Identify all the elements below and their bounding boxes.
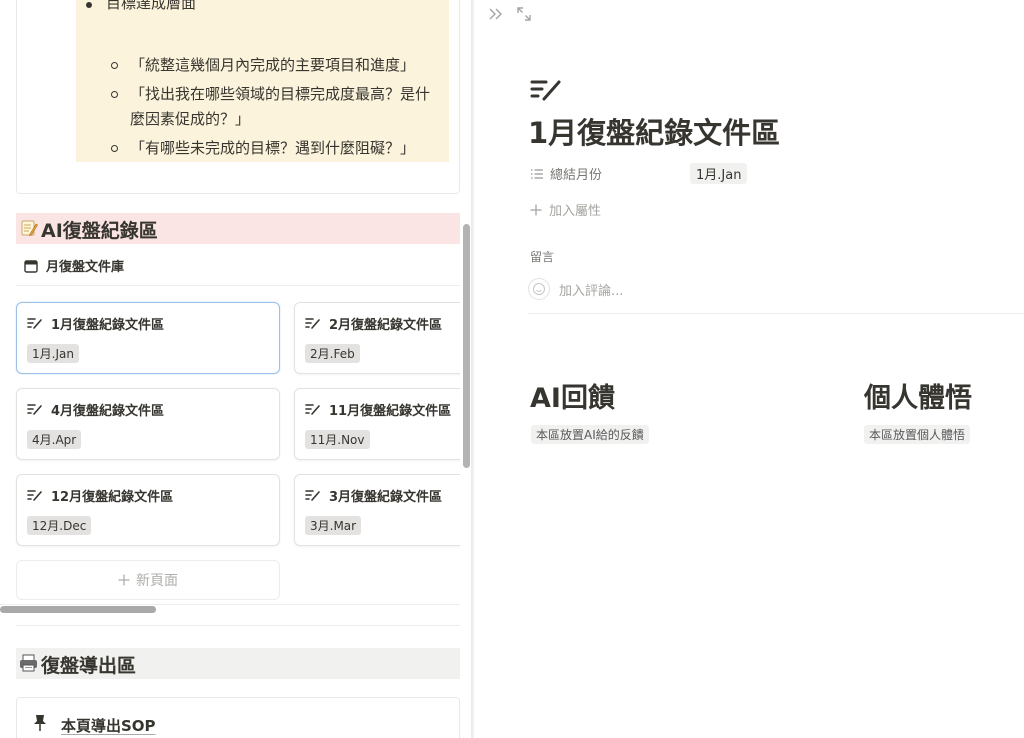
- card-title: 11月復盤紀錄文件區: [329, 404, 452, 419]
- property-label[interactable]: 總結月份: [530, 164, 602, 183]
- gallery-card-mar[interactable]: 3月復盤紀錄文件區 3月.Mar: [294, 474, 460, 546]
- export-heading-text: 復盤導出區: [41, 655, 137, 677]
- callout-block: 目標達成層面 「統整這幾個月內完成的主要項目和進度」 「找出我在哪些領域的目標完…: [76, 0, 449, 162]
- edit-list-icon: [305, 404, 320, 415]
- sub-bullet-item[interactable]: 「有哪些未完成的目標？遇到什麼阻礙？」: [111, 136, 440, 161]
- smiley-icon: [533, 283, 545, 295]
- personal-insight-note[interactable]: 本區放置個人體悟: [864, 425, 971, 444]
- month-tag: 2月.Feb: [305, 344, 360, 363]
- comments-heading: 留言: [530, 250, 555, 264]
- bullet-item[interactable]: 目標達成層面: [85, 0, 196, 13]
- property-name: 總結月份: [550, 168, 603, 183]
- expand-icon[interactable]: [516, 6, 532, 22]
- new-page-button[interactable]: 新頁面: [16, 560, 280, 600]
- callout-container: 目標達成層面 「統整這幾個月內完成的主要項目和進度」 「找出我在哪些領域的目標完…: [16, 0, 460, 194]
- list-icon: [531, 168, 543, 179]
- side-peek-panel: 1月復盤紀錄文件區 總結月份 1月.Jan 加入屬性 留言 加入評論... AI…: [474, 0, 1024, 738]
- month-tag: 12月.Dec: [27, 516, 92, 535]
- gallery-card-dec[interactable]: 12月復盤紀錄文件區 12月.Dec: [16, 474, 280, 546]
- gallery-card-jan[interactable]: 1月復盤紀錄文件區 1月.Jan: [16, 302, 280, 374]
- sop-link[interactable]: 本頁導出SOP: [61, 715, 156, 736]
- gallery-card-feb[interactable]: 2月復盤紀錄文件區 2月.Feb: [294, 302, 460, 374]
- ai-feedback-heading[interactable]: AI回饋: [530, 376, 615, 415]
- card-title: 3月復盤紀錄文件區: [329, 490, 443, 505]
- horizontal-scrollbar[interactable]: [0, 606, 156, 613]
- memo-icon: [21, 220, 38, 237]
- edit-list-icon[interactable]: [530, 78, 564, 102]
- sop-callout: 本頁導出SOP: [16, 697, 460, 738]
- database-title[interactable]: 月復盤文件庫: [24, 256, 124, 275]
- month-tag: 3月.Mar: [305, 516, 362, 535]
- add-property-button[interactable]: 加入屬性: [530, 200, 601, 219]
- edit-list-icon: [305, 318, 320, 329]
- edit-list-icon: [27, 318, 42, 329]
- export-heading[interactable]: 復盤導出區: [16, 648, 460, 679]
- double-chevron-right-icon[interactable]: [488, 6, 504, 22]
- divider: [16, 625, 460, 626]
- horizontal-scroll-track: [0, 604, 460, 605]
- page-title[interactable]: 1月復盤紀錄文件區: [528, 110, 780, 152]
- plus-icon: [530, 204, 542, 215]
- plus-icon: [118, 574, 130, 586]
- ai-review-heading[interactable]: AI復盤紀錄區: [16, 213, 460, 244]
- edit-list-icon: [305, 490, 320, 501]
- avatar: [528, 278, 550, 300]
- card-title: 4月復盤紀錄文件區: [51, 404, 165, 419]
- personal-insight-heading[interactable]: 個人體悟: [864, 376, 972, 415]
- card-title: 1月復盤紀錄文件區: [51, 318, 165, 333]
- ai-feedback-note[interactable]: 本區放置AI給的反饋: [531, 425, 649, 444]
- edit-list-icon: [27, 404, 42, 415]
- gallery-card-apr[interactable]: 4月復盤紀錄文件區 4月.Apr: [16, 388, 280, 460]
- add-property-label: 加入屬性: [549, 204, 602, 219]
- divider: [16, 285, 460, 286]
- add-comment-input[interactable]: 加入評論...: [528, 278, 623, 300]
- peek-toolbar: [488, 6, 532, 22]
- gallery-card-nov[interactable]: 11月復盤紀錄文件區 11月.Nov: [294, 388, 460, 460]
- card-title: 2月復盤紀錄文件區: [329, 318, 443, 333]
- vertical-scrollbar[interactable]: [463, 224, 470, 468]
- new-page-label: 新頁面: [136, 573, 178, 589]
- divider: [528, 313, 1024, 314]
- month-tag: 1月.Jan: [27, 344, 79, 363]
- sub-bullet-item[interactable]: 「統整這幾個月內完成的主要項目和進度」: [111, 53, 440, 78]
- edit-list-icon: [27, 490, 42, 501]
- main-page-pane: 目標達成層面 「統整這幾個月內完成的主要項目和進度」 「找出我在哪些領域的目標完…: [0, 0, 460, 738]
- add-comment-placeholder: 加入評論...: [559, 283, 624, 299]
- property-value-tag[interactable]: 1月.Jan: [690, 163, 748, 184]
- printer-icon: [20, 654, 37, 672]
- database-title-text: 月復盤文件庫: [46, 260, 125, 275]
- sub-bullet-item[interactable]: 「找出我在哪些領域的目標完成度最高？是什麼因素促成的？」: [111, 82, 440, 132]
- card-title: 12月復盤紀錄文件區: [51, 490, 174, 505]
- pin-icon: [34, 715, 46, 731]
- calendar-icon: [24, 259, 38, 273]
- month-tag: 11月.Nov: [305, 430, 370, 449]
- ai-review-heading-text: AI復盤紀錄區: [41, 220, 158, 242]
- month-tag: 4月.Apr: [27, 430, 82, 449]
